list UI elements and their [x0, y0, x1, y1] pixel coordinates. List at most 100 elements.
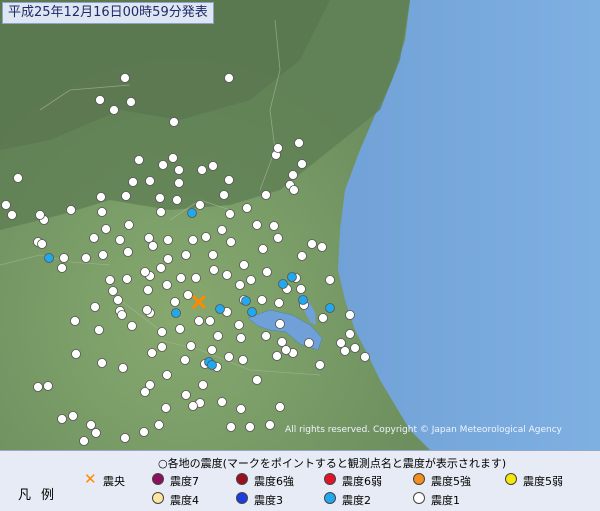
station-marker-intensity-1[interactable]: [169, 117, 179, 127]
station-marker-intensity-1[interactable]: [188, 235, 198, 245]
station-marker-intensity-1[interactable]: [175, 324, 185, 334]
station-marker-intensity-1[interactable]: [258, 244, 268, 254]
station-marker-intensity-1[interactable]: [68, 411, 78, 421]
station-marker-intensity-1[interactable]: [296, 284, 306, 294]
station-marker-intensity-1[interactable]: [345, 310, 355, 320]
station-marker-intensity-1[interactable]: [142, 305, 152, 315]
station-marker-intensity-1[interactable]: [186, 341, 196, 351]
station-marker-intensity-1[interactable]: [217, 397, 227, 407]
station-marker-intensity-1[interactable]: [360, 352, 370, 362]
station-marker-intensity-1[interactable]: [113, 295, 123, 305]
station-marker-intensity-1[interactable]: [275, 402, 285, 412]
station-marker-intensity-1[interactable]: [126, 97, 136, 107]
station-marker-intensity-1[interactable]: [246, 275, 256, 285]
station-marker-intensity-1[interactable]: [35, 210, 45, 220]
station-marker-intensity-1[interactable]: [1, 200, 11, 210]
station-marker-intensity-1[interactable]: [96, 192, 106, 202]
station-marker-intensity-1[interactable]: [79, 436, 89, 446]
station-marker-intensity-1[interactable]: [118, 363, 128, 373]
station-marker-intensity-1[interactable]: [90, 302, 100, 312]
station-marker-intensity-1[interactable]: [163, 254, 173, 264]
station-marker-intensity-1[interactable]: [71, 349, 81, 359]
station-marker-intensity-1[interactable]: [257, 295, 267, 305]
station-marker-intensity-1[interactable]: [274, 298, 284, 308]
station-marker-intensity-1[interactable]: [294, 138, 304, 148]
station-marker-intensity-1[interactable]: [158, 160, 168, 170]
station-marker-intensity-1[interactable]: [66, 205, 76, 215]
station-marker-intensity-1[interactable]: [94, 325, 104, 335]
station-marker-intensity-1[interactable]: [318, 313, 328, 323]
station-marker-intensity-1[interactable]: [97, 358, 107, 368]
station-marker-intensity-1[interactable]: [213, 331, 223, 341]
station-marker-intensity-1[interactable]: [315, 360, 325, 370]
station-marker-intensity-1[interactable]: [145, 176, 155, 186]
station-marker-intensity-1[interactable]: [195, 200, 205, 210]
station-marker-intensity-1[interactable]: [108, 286, 118, 296]
station-marker-intensity-1[interactable]: [277, 337, 287, 347]
station-marker-intensity-1[interactable]: [172, 195, 182, 205]
station-marker-intensity-1[interactable]: [33, 382, 43, 392]
station-marker-intensity-2[interactable]: [247, 307, 257, 317]
station-marker-intensity-1[interactable]: [120, 433, 130, 443]
station-marker-intensity-1[interactable]: [242, 203, 252, 213]
station-marker-intensity-2[interactable]: [187, 208, 197, 218]
station-marker-intensity-1[interactable]: [148, 241, 158, 251]
station-marker-intensity-1[interactable]: [127, 321, 137, 331]
station-marker-intensity-1[interactable]: [161, 403, 171, 413]
station-marker-intensity-1[interactable]: [236, 333, 246, 343]
station-marker-intensity-1[interactable]: [144, 233, 154, 243]
station-marker-intensity-1[interactable]: [154, 420, 164, 430]
station-marker-intensity-2[interactable]: [298, 295, 308, 305]
station-marker-intensity-1[interactable]: [105, 275, 115, 285]
station-marker-intensity-1[interactable]: [217, 225, 227, 235]
station-marker-intensity-1[interactable]: [307, 239, 317, 249]
station-marker-intensity-1[interactable]: [225, 209, 235, 219]
station-marker-intensity-1[interactable]: [123, 247, 133, 257]
station-marker-intensity-1[interactable]: [273, 233, 283, 243]
station-marker-intensity-1[interactable]: [236, 404, 246, 414]
station-marker-intensity-1[interactable]: [336, 338, 346, 348]
station-marker-intensity-1[interactable]: [224, 175, 234, 185]
station-marker-intensity-1[interactable]: [176, 273, 186, 283]
station-marker-intensity-2[interactable]: [287, 272, 297, 282]
station-marker-intensity-2[interactable]: [215, 304, 225, 314]
station-marker-intensity-1[interactable]: [198, 380, 208, 390]
station-marker-intensity-1[interactable]: [101, 224, 111, 234]
station-marker-intensity-1[interactable]: [297, 251, 307, 261]
station-marker-intensity-1[interactable]: [222, 270, 232, 280]
station-marker-intensity-1[interactable]: [155, 193, 165, 203]
station-marker-intensity-1[interactable]: [262, 267, 272, 277]
station-marker-intensity-1[interactable]: [201, 232, 211, 242]
station-marker-intensity-1[interactable]: [205, 316, 215, 326]
station-marker-intensity-1[interactable]: [207, 345, 217, 355]
station-marker-intensity-1[interactable]: [170, 297, 180, 307]
station-marker-intensity-1[interactable]: [95, 95, 105, 105]
station-marker-intensity-1[interactable]: [43, 381, 53, 391]
station-marker-intensity-1[interactable]: [162, 370, 172, 380]
station-marker-intensity-1[interactable]: [139, 427, 149, 437]
station-marker-intensity-1[interactable]: [162, 280, 172, 290]
station-marker-intensity-1[interactable]: [219, 190, 229, 200]
station-marker-intensity-1[interactable]: [59, 253, 69, 263]
station-marker-intensity-1[interactable]: [180, 355, 190, 365]
station-marker-intensity-1[interactable]: [57, 414, 67, 424]
station-marker-intensity-1[interactable]: [273, 143, 283, 153]
station-marker-intensity-1[interactable]: [109, 105, 119, 115]
station-marker-intensity-1[interactable]: [143, 285, 153, 295]
station-marker-intensity-1[interactable]: [226, 237, 236, 247]
station-marker-intensity-1[interactable]: [350, 343, 360, 353]
station-marker-intensity-1[interactable]: [70, 316, 80, 326]
station-marker-intensity-1[interactable]: [117, 310, 127, 320]
station-marker-intensity-1[interactable]: [325, 275, 335, 285]
station-marker-intensity-1[interactable]: [297, 159, 307, 169]
station-marker-intensity-1[interactable]: [235, 280, 245, 290]
station-marker-intensity-1[interactable]: [289, 185, 299, 195]
station-marker-intensity-1[interactable]: [115, 235, 125, 245]
station-marker-intensity-2[interactable]: [44, 253, 54, 263]
station-marker-intensity-1[interactable]: [89, 233, 99, 243]
station-marker-intensity-1[interactable]: [156, 207, 166, 217]
station-marker-intensity-1[interactable]: [181, 390, 191, 400]
station-marker-intensity-1[interactable]: [124, 220, 134, 230]
station-marker-intensity-1[interactable]: [238, 355, 248, 365]
station-marker-intensity-1[interactable]: [317, 242, 327, 252]
